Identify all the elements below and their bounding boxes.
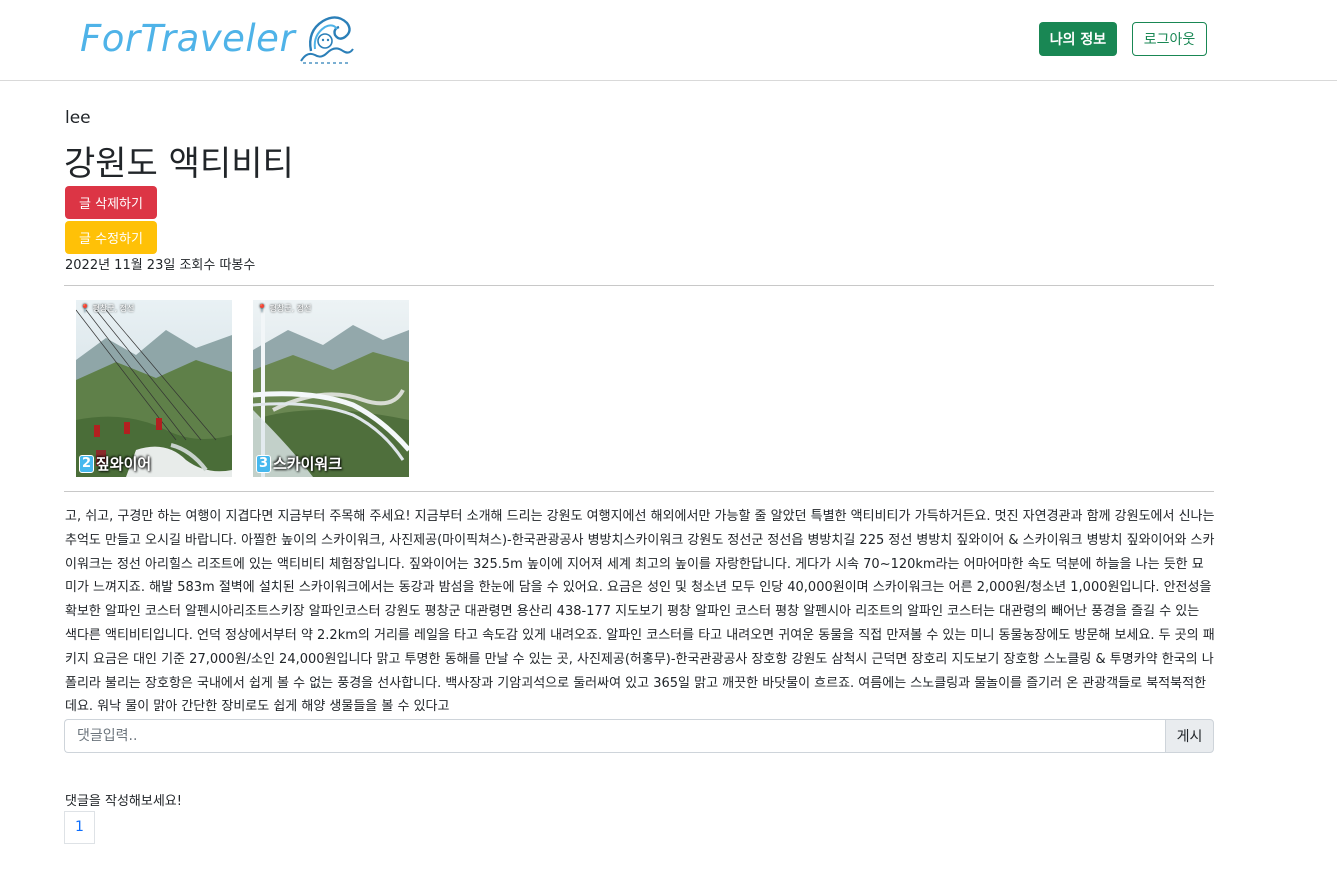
post-comment-button[interactable]: 게시 xyxy=(1165,719,1214,753)
post-title: 강원도 액티비티 xyxy=(64,144,294,184)
comment-input[interactable] xyxy=(64,719,1165,753)
photo-caption: 2 짚와이어 xyxy=(79,453,151,474)
my-info-button[interactable]: 나의 정보 xyxy=(1039,22,1117,56)
wave-mascot-icon xyxy=(300,16,355,64)
photo-number-badge: 2 xyxy=(79,454,94,473)
photo-location-label: 📍 평창군, 정선 xyxy=(80,304,135,313)
photo-location-label: 📍 평창군, 정선 xyxy=(257,304,312,313)
logout-button[interactable]: 로그아웃 xyxy=(1132,22,1207,56)
photo-caption-text: 짚와이어 xyxy=(96,455,152,473)
post-content: 고, 쉬고, 구경만 하는 여행이 지겹다면 지금부터 주목해 주세요! 지금부… xyxy=(65,509,1215,715)
divider xyxy=(64,491,1214,492)
comment-form: 게시 xyxy=(64,719,1214,753)
logo-text: ForTraveler xyxy=(80,16,296,60)
post-author: lee xyxy=(65,108,91,128)
divider xyxy=(64,285,1214,286)
post-image-skywalk: 📍 평창군, 정선 3 스카이워크 xyxy=(253,300,409,477)
zipwire-photo xyxy=(76,300,232,477)
skywalk-photo xyxy=(253,300,409,477)
photo-caption-text: 스카이워크 xyxy=(273,455,343,473)
post-meta: 2022년 11월 23일 조회수 따봉수 xyxy=(65,258,256,273)
post-image-zipwire: 📍 평창군, 정선 2 짚와이어 xyxy=(76,300,232,477)
delete-post-button[interactable]: 글 삭제하기 xyxy=(65,186,157,219)
empty-comments-message: 댓글을 작성해보세요! xyxy=(65,794,182,809)
pagination-page-1[interactable]: 1 xyxy=(64,811,95,844)
edit-post-button[interactable]: 글 수정하기 xyxy=(65,221,157,254)
top-navbar: ForTraveler 나의 정보 로그아웃 xyxy=(0,0,1337,81)
photo-caption: 3 스카이워크 xyxy=(256,453,342,474)
logo[interactable]: ForTraveler xyxy=(80,10,355,66)
photo-number-badge: 3 xyxy=(256,454,271,473)
